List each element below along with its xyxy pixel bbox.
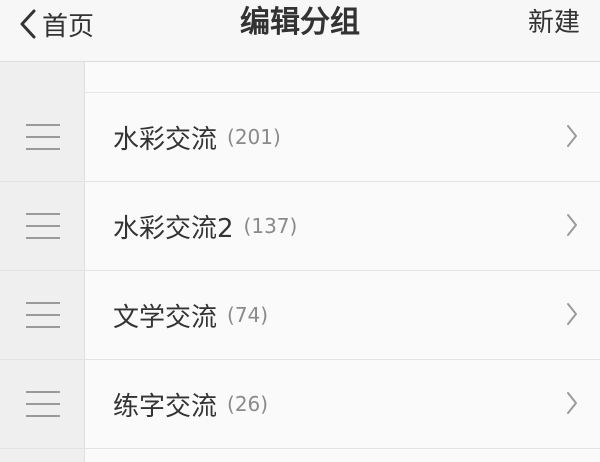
list-item: 水彩交流 (201) [0, 93, 600, 182]
chevron-right-icon [567, 303, 577, 325]
navigation-bar: 首页 编辑分组 新建 [0, 0, 600, 62]
group-name: 水彩交流 [113, 124, 218, 155]
group-row[interactable]: 水彩交流2 (137) [85, 182, 600, 270]
group-list: 水彩交流 (201) 水彩交流2 (137) 文学交流 (74) 练字交流 (2… [0, 62, 600, 462]
group-count: (201) [227, 125, 281, 149]
group-name: 练字交流 [113, 391, 218, 422]
group-count: (137) [243, 214, 298, 238]
chevron-right-icon [567, 125, 577, 147]
group-count: (26) [227, 392, 269, 416]
group-row[interactable]: 文学交流 (74) [85, 271, 600, 359]
page-title: 编辑分组 [240, 5, 360, 40]
list-item: 练字交流 (26) [0, 360, 600, 449]
new-group-button[interactable]: 新建 [528, 4, 580, 42]
list-item: 文学交流 (74) [0, 271, 600, 360]
drag-handle-icon[interactable] [26, 213, 60, 239]
list-item: 水彩交流2 (137) [0, 182, 600, 271]
group-count: (74) [227, 303, 269, 327]
drag-handle-icon[interactable] [26, 391, 60, 417]
drag-handle-icon[interactable] [26, 124, 60, 150]
chevron-right-icon [567, 392, 577, 414]
group-row[interactable]: 练字交流 (26) [85, 360, 600, 448]
group-row[interactable]: 水彩交流 (201) [85, 93, 600, 181]
group-name: 水彩交流2 [113, 213, 234, 244]
chevron-right-icon [567, 214, 577, 236]
group-name: 文学交流 [113, 302, 218, 333]
drag-handle-icon[interactable] [26, 302, 60, 328]
